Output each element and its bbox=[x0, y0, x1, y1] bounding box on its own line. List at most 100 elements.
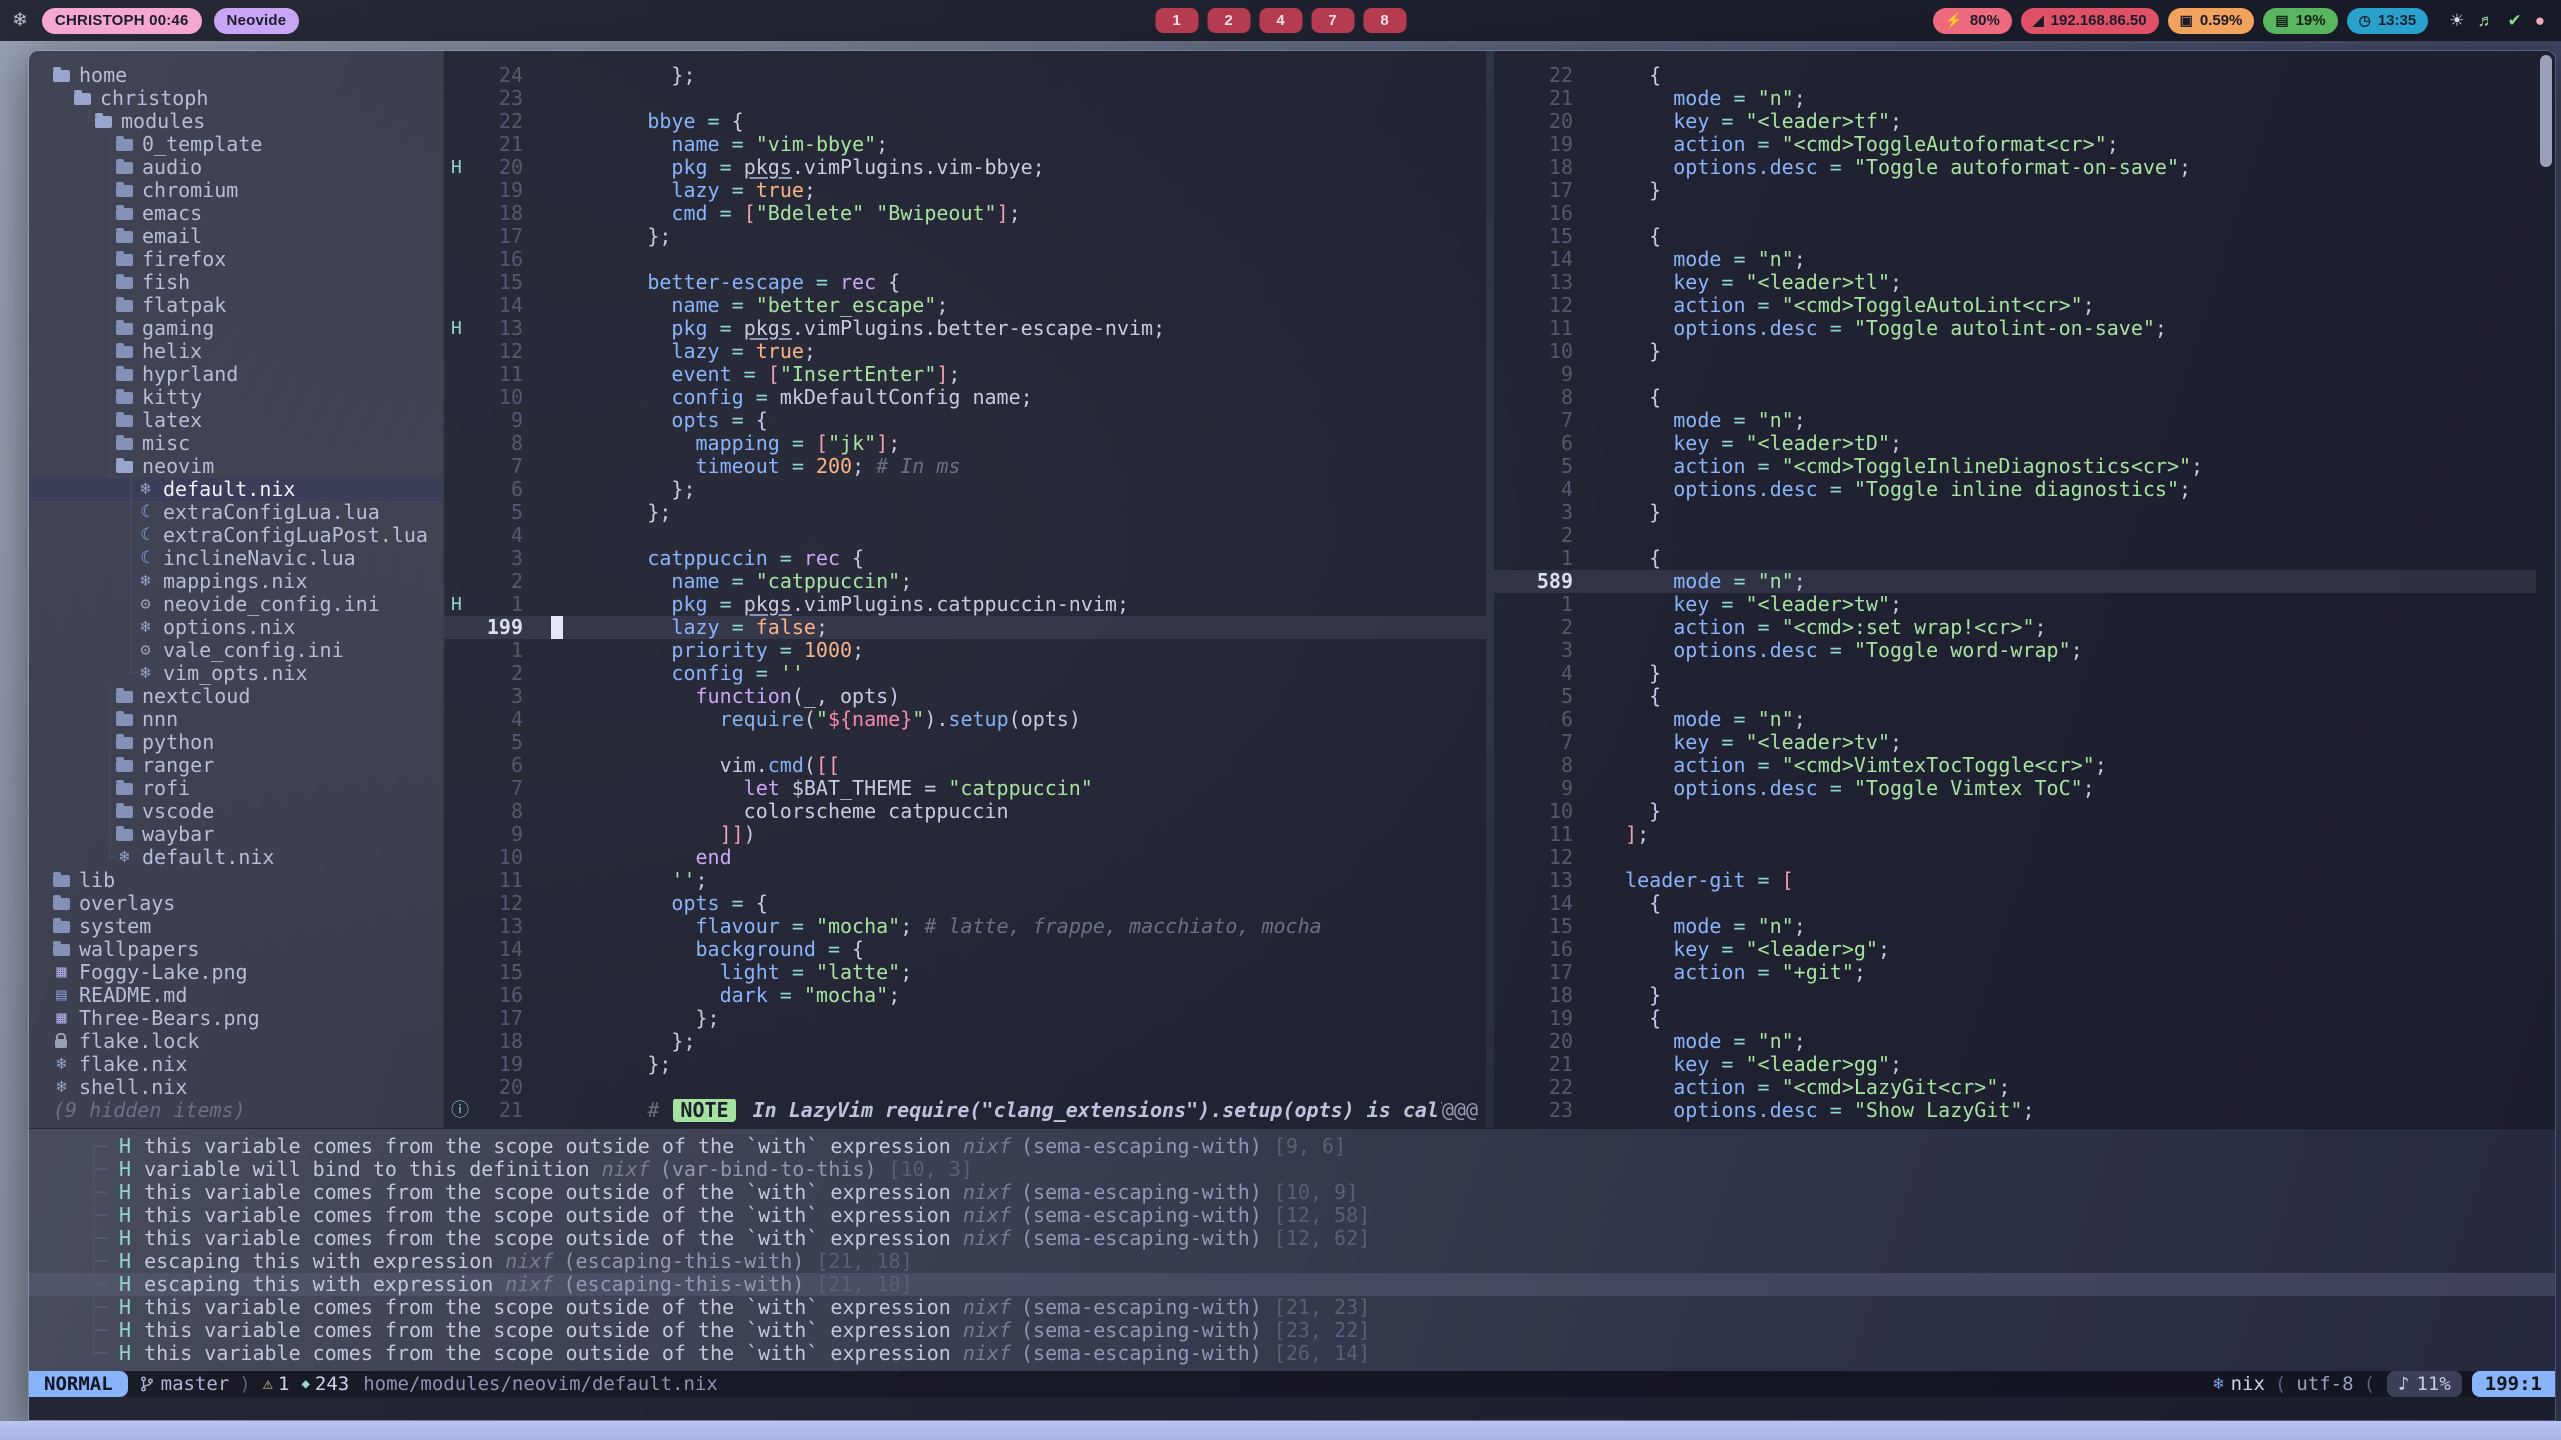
network-widget[interactable]: ◢192.168.86.50 bbox=[2021, 8, 2159, 34]
code-line[interactable]: 6 key = "<leader>tD"; bbox=[1494, 432, 2536, 455]
tree-item-rofi[interactable]: │rofi bbox=[29, 777, 442, 800]
code-line[interactable]: 19 lazy = true; bbox=[444, 179, 1486, 202]
code-line[interactable]: 3 } bbox=[1494, 501, 2536, 524]
tree-item-lib[interactable]: lib bbox=[29, 869, 442, 892]
tree-item-neovim[interactable]: │neovim bbox=[29, 455, 442, 478]
code-line[interactable]: 17 }; bbox=[444, 225, 1486, 248]
user-badge[interactable]: CHRISTOPH 00:46 bbox=[42, 8, 202, 34]
diagnostic-row[interactable]: ─Hthis variable comes from the scope out… bbox=[29, 1342, 2555, 1365]
code-line[interactable]: 11 options.desc = "Toggle autolint-on-sa… bbox=[1494, 317, 2536, 340]
code-line[interactable]: 20 key = "<leader>tf"; bbox=[1494, 110, 2536, 133]
code-line[interactable]: 17 action = "+git"; bbox=[1494, 961, 2536, 984]
code-line[interactable]: 20 mode = "n"; bbox=[1494, 1030, 2536, 1053]
diagnostic-row[interactable]: ─Hvariable will bind to this definitionn… bbox=[29, 1158, 2555, 1181]
tree-item-vscode[interactable]: │vscode bbox=[29, 800, 442, 823]
code-line[interactable]: 11 ''; bbox=[444, 869, 1486, 892]
code-line[interactable]: 13 leader-git = [ bbox=[1494, 869, 2536, 892]
code-line[interactable]: 8 action = "<cmd>VimtexTocToggle<cr>"; bbox=[1494, 754, 2536, 777]
code-line[interactable]: 12 lazy = true; bbox=[444, 340, 1486, 363]
code-line[interactable]: 19 action = "<cmd>ToggleAutoformat<cr>"; bbox=[1494, 133, 2536, 156]
code-line[interactable]: 9 ]]) bbox=[444, 823, 1486, 846]
tree-item-options-nix[interactable]: │❄options.nix bbox=[29, 616, 442, 639]
code-line[interactable]: 8 { bbox=[1494, 386, 2536, 409]
tree-item-foggy-lake-png[interactable]: ▦Foggy-Lake.png bbox=[29, 961, 442, 984]
tree-item-nextcloud[interactable]: │nextcloud bbox=[29, 685, 442, 708]
tree-item-extraconfiglua-lua[interactable]: │☾extraConfigLua.lua bbox=[29, 501, 442, 524]
diagnostic-row[interactable]: ─Hthis variable comes from the scope out… bbox=[29, 1296, 2555, 1319]
code-line[interactable]: 14 { bbox=[1494, 892, 2536, 915]
code-line[interactable]: 7 mode = "n"; bbox=[1494, 409, 2536, 432]
code-line[interactable]: 22 { bbox=[1494, 64, 2536, 87]
tree-item-inclinenavic-lua[interactable]: │☾inclineNavic.lua bbox=[29, 547, 442, 570]
code-line[interactable]: 10 } bbox=[1494, 340, 2536, 363]
code-line[interactable]: ⓘ21 # NOTE In LazyVim require("clang_ext… bbox=[444, 1099, 1486, 1122]
command-line[interactable] bbox=[29, 1397, 2555, 1420]
diagnostic-row[interactable]: ─Hthis variable comes from the scope out… bbox=[29, 1227, 2555, 1250]
tree-item-chromium[interactable]: │chromium bbox=[29, 179, 442, 202]
code-line[interactable]: 17 }; bbox=[444, 1007, 1486, 1030]
code-line[interactable]: 4 bbox=[444, 524, 1486, 547]
microphone-icon[interactable]: ♬ bbox=[2477, 11, 2494, 31]
code-line[interactable]: 13 flavour = "mocha"; # latte, frappe, m… bbox=[444, 915, 1486, 938]
code-line[interactable]: 6 vim.cmd([[ bbox=[444, 754, 1486, 777]
tree-item-flake-lock[interactable]: flake.lock bbox=[29, 1030, 442, 1053]
tree-item-readme-md[interactable]: ▤README.md bbox=[29, 984, 442, 1007]
memory-widget[interactable]: ▤19% bbox=[2263, 8, 2337, 34]
code-line[interactable]: H1 pkg = pkgs.vimPlugins.catppuccin-nvim… bbox=[444, 593, 1486, 616]
tree-item-home[interactable]: home bbox=[29, 64, 442, 87]
code-line[interactable]: 2 config = '' bbox=[444, 662, 1486, 685]
tree-item-fish[interactable]: │fish bbox=[29, 271, 442, 294]
workspace-button-8[interactable]: 8 bbox=[1363, 8, 1406, 33]
code-line[interactable]: 18 cmd = ["Bdelete" "Bwipeout"]; bbox=[444, 202, 1486, 225]
tree-item-latex[interactable]: │latex bbox=[29, 409, 442, 432]
code-line[interactable]: 9 opts = { bbox=[444, 409, 1486, 432]
code-line[interactable]: H20 pkg = pkgs.vimPlugins.vim-bbye; bbox=[444, 156, 1486, 179]
split-separator-2[interactable] bbox=[1486, 51, 1494, 1128]
code-line[interactable]: 21 key = "<leader>gg"; bbox=[1494, 1053, 2536, 1076]
code-line[interactable]: 9 bbox=[1494, 363, 2536, 386]
code-line[interactable]: 12 opts = { bbox=[444, 892, 1486, 915]
tree-item-extraconfigluapost-lua[interactable]: │☾extraConfigLuaPost.lua bbox=[29, 524, 442, 547]
scrollbar-thumb[interactable] bbox=[2540, 55, 2552, 167]
tree-item-flatpak[interactable]: │flatpak bbox=[29, 294, 442, 317]
tree-item-waybar[interactable]: │waybar bbox=[29, 823, 442, 846]
code-line[interactable]: 21 name = "vim-bbye"; bbox=[444, 133, 1486, 156]
code-line[interactable]: 5 { bbox=[1494, 685, 2536, 708]
code-line[interactable]: 14 mode = "n"; bbox=[1494, 248, 2536, 271]
workspace-button-1[interactable]: 1 bbox=[1155, 8, 1198, 33]
code-line[interactable]: 7 timeout = 200; # In ms bbox=[444, 455, 1486, 478]
code-line[interactable]: 21 mode = "n"; bbox=[1494, 87, 2536, 110]
tree-item-default-nix[interactable]: │❄default.nix bbox=[29, 478, 442, 501]
tree-item-hyprland[interactable]: │hyprland bbox=[29, 363, 442, 386]
check-icon[interactable]: ✔ bbox=[2507, 11, 2521, 31]
code-line[interactable]: 3 function(_, opts) bbox=[444, 685, 1486, 708]
code-line[interactable]: 14 name = "better_escape"; bbox=[444, 294, 1486, 317]
code-line[interactable]: 11 event = ["InsertEnter"]; bbox=[444, 363, 1486, 386]
code-line[interactable]: H13 pkg = pkgs.vimPlugins.better-escape-… bbox=[444, 317, 1486, 340]
code-line[interactable]: 1 priority = 1000; bbox=[444, 639, 1486, 662]
warning-count[interactable]: ⚠ 1 bbox=[263, 1371, 290, 1397]
code-line[interactable]: 13 key = "<leader>tl"; bbox=[1494, 271, 2536, 294]
code-line[interactable]: 19 { bbox=[1494, 1007, 2536, 1030]
code-line[interactable]: 18 }; bbox=[444, 1030, 1486, 1053]
code-line[interactable]: 4 } bbox=[1494, 662, 2536, 685]
code-line[interactable]: 15 better-escape = rec { bbox=[444, 271, 1486, 294]
git-branch[interactable]: master bbox=[140, 1371, 230, 1397]
tree-item-emacs[interactable]: │emacs bbox=[29, 202, 442, 225]
code-line[interactable]: 1 { bbox=[1494, 547, 2536, 570]
code-line[interactable]: 2 bbox=[1494, 524, 2536, 547]
code-line[interactable]: 7 key = "<leader>tv"; bbox=[1494, 731, 2536, 754]
power-icon[interactable]: ● bbox=[2535, 11, 2545, 31]
code-line[interactable]: 24 }; bbox=[444, 64, 1486, 87]
code-line[interactable]: 18 options.desc = "Toggle autoformat-on-… bbox=[1494, 156, 2536, 179]
code-line[interactable]: 10 end bbox=[444, 846, 1486, 869]
code-line[interactable]: 15 light = "latte"; bbox=[444, 961, 1486, 984]
code-line[interactable]: 3 options.desc = "Toggle word-wrap"; bbox=[1494, 639, 2536, 662]
tree-item-ranger[interactable]: │ranger bbox=[29, 754, 442, 777]
tree-item-flake-nix[interactable]: ❄flake.nix bbox=[29, 1053, 442, 1076]
code-line[interactable]: 16 dark = "mocha"; bbox=[444, 984, 1486, 1007]
tree-item-vim-opts-nix[interactable]: └❄vim_opts.nix bbox=[29, 662, 442, 685]
tree-item-vale-config-ini[interactable]: │⚙vale_config.ini bbox=[29, 639, 442, 662]
tree-item-shell-nix[interactable]: ❄shell.nix bbox=[29, 1076, 442, 1099]
battery-widget[interactable]: ⚡80% bbox=[1933, 8, 2011, 34]
